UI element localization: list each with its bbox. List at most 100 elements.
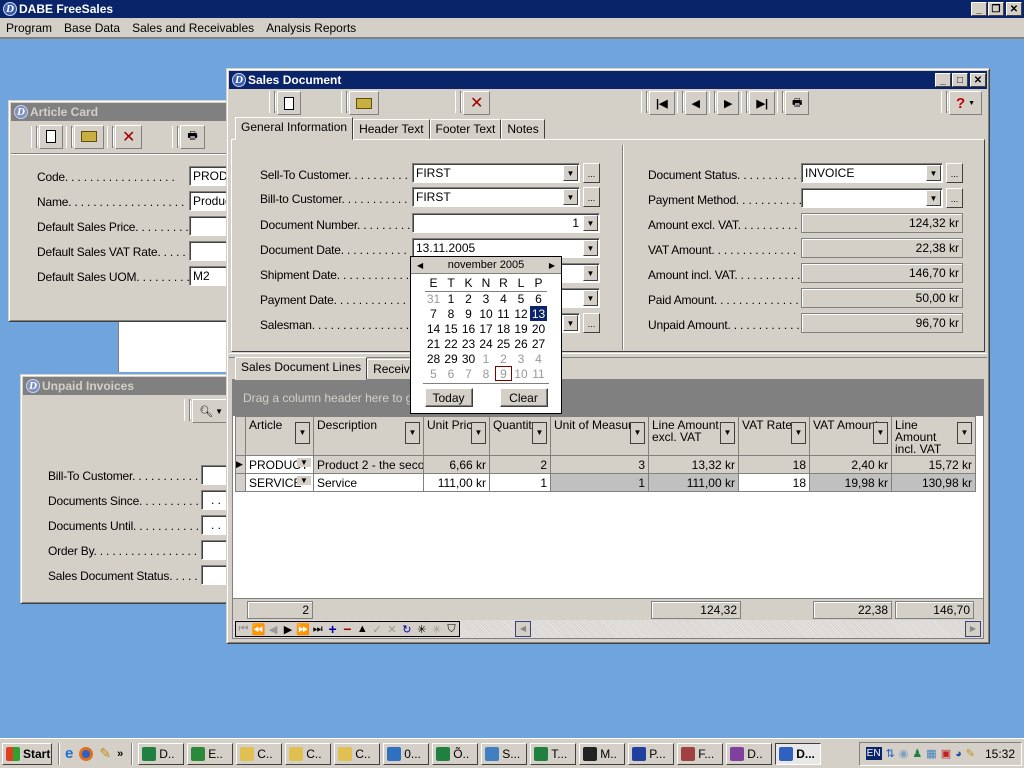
document-status-input[interactable]: INVOICE: [801, 163, 943, 183]
taskbar-task-button[interactable]: F...: [677, 742, 724, 765]
calendar-day[interactable]: 2: [495, 351, 513, 366]
cell-unit-price[interactable]: 6,66 kr: [423, 455, 490, 474]
filter-dropdown-icon[interactable]: ▼: [873, 422, 888, 444]
filter-dropdown-icon[interactable]: ▼: [532, 422, 547, 444]
nav-prior-page-icon[interactable]: ⏪: [251, 623, 266, 636]
nav-insert-icon[interactable]: +: [325, 621, 340, 637]
calendar-day[interactable]: 15: [442, 321, 460, 336]
filter-dropdown-icon[interactable]: ▼: [791, 422, 806, 444]
cell-article[interactable]: PRODUCT ▼: [245, 455, 314, 474]
taskbar-task-button[interactable]: T...: [530, 742, 577, 765]
next-month-button[interactable]: ▶: [549, 261, 555, 270]
menu-base-data[interactable]: Base Data: [64, 21, 120, 35]
preview-button[interactable]: 🔍︎ ▼: [192, 399, 229, 423]
tray-network-icon[interactable]: ⇅: [886, 747, 895, 760]
calendar-day[interactable]: 25: [495, 336, 513, 351]
nav-bookmark-icon[interactable]: ✳: [414, 623, 429, 636]
cell-vat-amount[interactable]: 19,98 kr: [809, 473, 892, 492]
calendar-day[interactable]: 11: [495, 306, 513, 321]
calendar-day[interactable]: 4: [530, 351, 548, 366]
cell-vat-rate[interactable]: 18: [738, 455, 810, 474]
nav-cancel-icon[interactable]: ✕: [385, 623, 400, 636]
tray-connection-icon[interactable]: ▦: [926, 747, 936, 760]
start-button[interactable]: Start: [2, 742, 52, 765]
taskbar-task-button[interactable]: D..: [138, 742, 185, 765]
cell-vat-rate[interactable]: 18: [738, 473, 810, 492]
calendar-day[interactable]: 31: [425, 291, 443, 306]
column-header-unit-of-measure[interactable]: Unit of Measure ▼: [550, 416, 649, 456]
more-quicklaunch-icon[interactable]: »: [117, 748, 123, 760]
close-button[interactable]: ✕: [1006, 2, 1022, 16]
calendar-day[interactable]: 5: [512, 291, 530, 306]
tray-display-icon[interactable]: ▣: [941, 747, 951, 760]
taskbar-task-button[interactable]: M..: [579, 742, 626, 765]
calendar-day[interactable]: 7: [460, 366, 478, 381]
cell-article[interactable]: SERVICE ▼: [245, 473, 314, 492]
table-row[interactable]: SERVICE ▼ Service 111,00 kr 1 1 111,00 kr…: [235, 473, 976, 492]
group-by-panel[interactable]: Drag a column header here to group by th…: [233, 380, 983, 416]
tray-app-icon[interactable]: ◉: [899, 747, 909, 760]
shipment-date-dropdown[interactable]: ▼: [583, 265, 598, 281]
payment-method-input[interactable]: [801, 188, 943, 208]
calendar-day[interactable]: 22: [442, 336, 460, 351]
document-date-dropdown[interactable]: ▼: [583, 240, 598, 256]
doc-maximize-button[interactable]: □: [952, 73, 968, 87]
open-button[interactable]: [74, 124, 104, 149]
document-date-input[interactable]: 13.11.2005: [412, 238, 600, 258]
calendar-day[interactable]: 4: [495, 291, 513, 306]
bill-to-customer-lookup-button[interactable]: ...: [583, 187, 600, 207]
calendar-day[interactable]: 8: [442, 306, 460, 321]
dropdown-arrow-icon[interactable]: ▼: [297, 476, 311, 485]
sales-document-titlebar[interactable]: D Sales Document _ □ ✕: [229, 71, 987, 89]
taskbar-task-button[interactable]: E..: [187, 742, 234, 765]
calendar-day[interactable]: 3: [512, 351, 530, 366]
filter-dropdown-icon[interactable]: ▼: [295, 422, 310, 444]
last-record-button[interactable]: ▶|: [749, 91, 776, 115]
nav-next-icon[interactable]: ▶: [281, 623, 296, 636]
column-header-line-amount-excl-vat[interactable]: Line Amount excl. VAT ▼: [648, 416, 739, 456]
calendar-day[interactable]: 30: [460, 351, 478, 366]
taskbar-task-button[interactable]: P...: [628, 742, 675, 765]
cell-description[interactable]: Product 2 - the second: [313, 455, 424, 474]
tray-messenger-icon[interactable]: ♟: [912, 747, 922, 760]
filter-dropdown-icon[interactable]: ▼: [720, 422, 735, 444]
restore-button[interactable]: ❐: [988, 2, 1004, 16]
taskbar-task-button[interactable]: D..: [726, 742, 773, 765]
calendar-day[interactable]: 23: [460, 336, 478, 351]
calendar-day[interactable]: 9: [460, 306, 478, 321]
cell-quantity[interactable]: 2: [489, 455, 551, 474]
delete-button[interactable]: ✕: [115, 124, 143, 149]
bill-to-customer-input[interactable]: FIRST: [412, 187, 580, 207]
language-indicator[interactable]: EN: [865, 747, 882, 760]
cell-line-amount-excl-vat[interactable]: 13,32 kr: [648, 455, 739, 474]
nav-edit-icon[interactable]: ▲: [355, 623, 370, 635]
first-record-button[interactable]: |◀: [649, 91, 675, 115]
scroll-left-button[interactable]: ◀: [515, 621, 531, 637]
calendar-clear-button[interactable]: Clear: [499, 388, 548, 407]
print-button[interactable]: 🖶: [785, 91, 810, 115]
tab-header-text[interactable]: Header Text: [353, 119, 430, 139]
sell-to-customer-dropdown[interactable]: ▼: [563, 165, 578, 181]
calendar-day[interactable]: 10: [512, 366, 530, 381]
calendar-day[interactable]: 20: [530, 321, 548, 336]
payment-method-dropdown[interactable]: ▼: [926, 190, 941, 206]
filter-dropdown-icon[interactable]: ▼: [630, 422, 645, 444]
calendar-day[interactable]: 14: [425, 321, 443, 336]
print-button[interactable]: 🖶: [180, 124, 205, 149]
column-header-line-amount-incl-vat[interactable]: Line Amount incl. VAT ▼: [891, 416, 976, 456]
menu-program[interactable]: Program: [6, 21, 52, 35]
calendar-day[interactable]: 17: [477, 321, 495, 336]
unpaid-invoices-titlebar[interactable]: D Unpaid Invoices: [23, 377, 229, 395]
calendar-day[interactable]: 6: [530, 291, 548, 306]
calendar-day[interactable]: 1: [477, 351, 495, 366]
calendar-day[interactable]: 7: [425, 306, 443, 321]
cell-unit-of-measure[interactable]: 1: [550, 473, 649, 492]
cell-line-amount-incl-vat[interactable]: 15,72 kr: [891, 455, 976, 474]
taskbar-task-button[interactable]: Õ..: [432, 742, 479, 765]
minimize-button[interactable]: _: [971, 2, 987, 16]
nav-next-page-icon[interactable]: ⏩: [295, 623, 310, 636]
sell-to-customer-input[interactable]: FIRST: [412, 163, 580, 183]
calendar-day[interactable]: 11: [530, 366, 548, 381]
nav-first-icon[interactable]: ⏮: [236, 623, 251, 636]
pencil-app-icon[interactable]: ✎: [99, 745, 111, 762]
